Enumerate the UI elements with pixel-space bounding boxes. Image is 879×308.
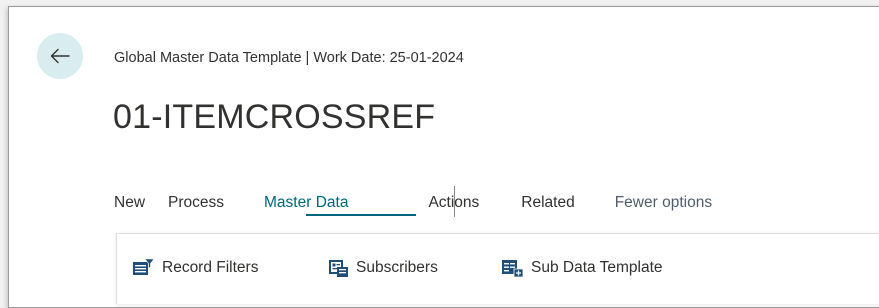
subscribers-button[interactable]: Subscribers [328, 257, 438, 279]
sub-data-template-label: Sub Data Template [531, 259, 663, 276]
action-new[interactable]: New [114, 194, 145, 212]
sub-data-template-button[interactable]: Sub Data Template [501, 257, 663, 279]
action-bar: New Process Master Data Actions Related … [114, 191, 712, 215]
back-button[interactable] [37, 33, 83, 79]
breadcrumb: Global Master Data Template | Work Date:… [114, 50, 464, 66]
record-filters-label: Record Filters [162, 259, 259, 276]
sub-data-template-icon [502, 260, 524, 278]
action-process[interactable]: Process [168, 194, 224, 212]
arrow-left-icon [50, 48, 70, 64]
record-filters-button[interactable]: Record Filters [132, 257, 258, 279]
record-filters-icon [133, 258, 155, 275]
page-title: 01-ITEMCROSSREF [113, 98, 436, 136]
subscribers-label: Subscribers [356, 259, 438, 276]
tab-master-data[interactable]: Master Data [264, 194, 348, 212]
active-tab-indicator [306, 214, 416, 216]
action-related[interactable]: Related [521, 194, 574, 212]
fewer-options-button[interactable]: Fewer options [615, 194, 712, 212]
action-bar-separator [454, 186, 455, 217]
subscribers-icon [329, 260, 348, 277]
